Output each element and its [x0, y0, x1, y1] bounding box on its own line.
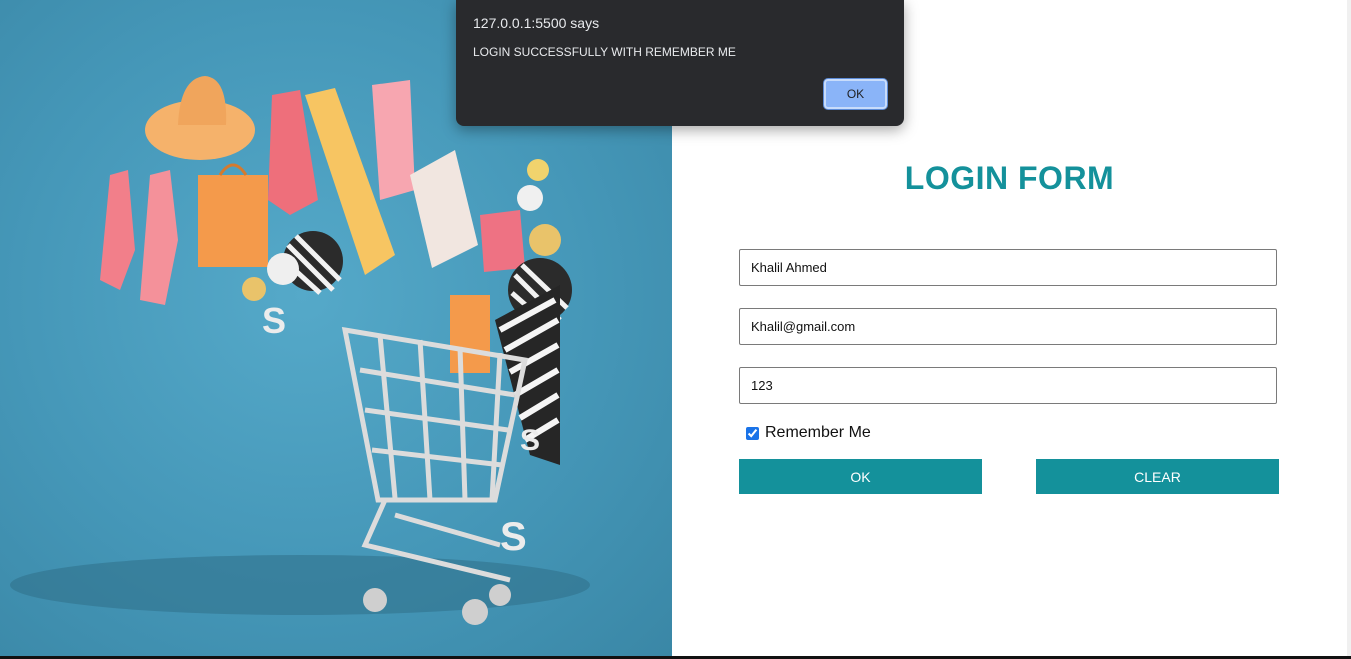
name-field[interactable]	[739, 249, 1277, 286]
alert-message: LOGIN SUCCESSFULLY WITH REMEMBER ME	[473, 45, 736, 59]
alert-dialog: 127.0.0.1:5500 says LOGIN SUCCESSFULLY W…	[456, 0, 904, 126]
svg-text:S: S	[500, 515, 527, 559]
password-field[interactable]	[739, 367, 1277, 404]
page-title: LOGIN FORM	[904, 160, 1115, 196]
alert-ok-button[interactable]: OK	[824, 79, 887, 109]
scrollbar[interactable]	[1347, 0, 1351, 656]
ok-button[interactable]: OK	[739, 459, 982, 494]
alert-origin: 127.0.0.1:5500 says	[473, 15, 600, 31]
clear-button[interactable]: CLEAR	[1036, 459, 1279, 494]
remember-me[interactable]: Remember Me	[746, 424, 871, 442]
remember-me-checkbox[interactable]	[746, 426, 759, 440]
email-field[interactable]	[739, 308, 1277, 345]
svg-text:S: S	[262, 300, 286, 341]
remember-me-label: Remember Me	[765, 424, 871, 441]
svg-text:S: S	[520, 424, 540, 457]
